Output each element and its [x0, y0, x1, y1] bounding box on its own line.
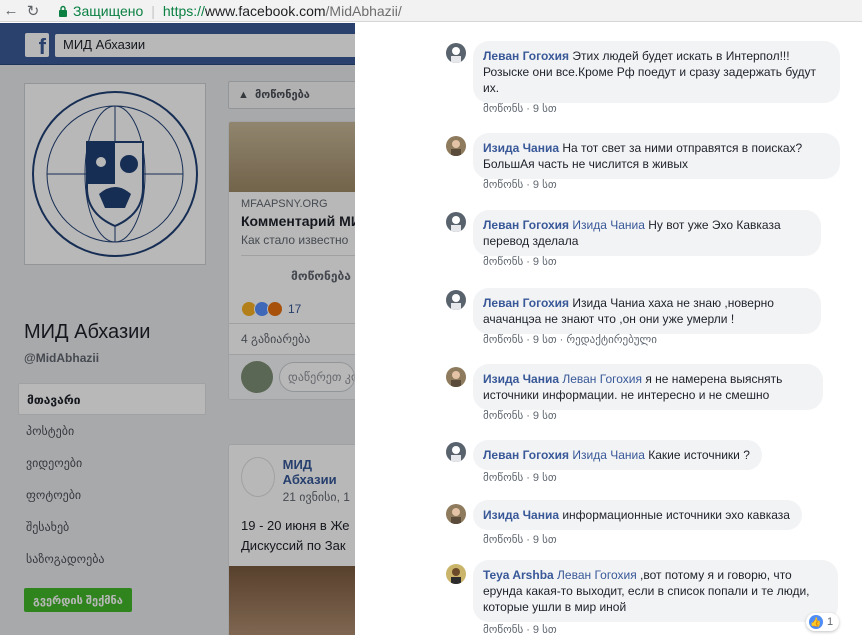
comment-time[interactable]: 9 სთ: [533, 534, 557, 546]
comment-bubble: Леван Гогохия Изида Чаниа хаха не знаю ,…: [473, 288, 821, 334]
comment-author[interactable]: Teya Arshba: [483, 568, 554, 582]
comment-text: Какие источники ?: [648, 448, 750, 462]
comment-bubble: Изида Чаниа Леван Гогохия я не намерена …: [473, 364, 823, 410]
comment-actions: მოწონს · 9 სთ: [483, 102, 557, 115]
comment-bubble: Изида Чаниа информационные источники эхо…: [473, 500, 802, 530]
meta-dot: ·: [526, 179, 530, 191]
browser-toolbar: ← ↻ Защищено | https://www.facebook.com/…: [0, 0, 862, 22]
commenter-avatar[interactable]: [446, 290, 466, 310]
meta-dot: ·: [526, 534, 530, 546]
comment-author[interactable]: Леван Гогохия: [483, 49, 569, 63]
url-host: www.facebook.com: [204, 2, 326, 19]
commenter-avatar[interactable]: [446, 367, 466, 387]
comment-like-link[interactable]: მოწონს: [483, 534, 523, 546]
comment-actions: მოწონს · 9 სთ · რედაქტირებული: [483, 333, 657, 346]
refresh-icon[interactable]: ↻: [22, 0, 44, 22]
commenter-avatar[interactable]: [446, 136, 466, 156]
commenter-avatar[interactable]: [446, 504, 466, 524]
commenter-avatar[interactable]: [446, 564, 466, 584]
comment-author[interactable]: Леван Гогохия: [483, 448, 569, 462]
url-scheme: https://: [162, 2, 205, 19]
commenter-avatar[interactable]: [446, 212, 466, 232]
meta-dot: ·: [526, 334, 530, 346]
comment-author[interactable]: Изида Чаниа: [483, 508, 559, 522]
comment-time[interactable]: 9 სთ: [533, 256, 557, 268]
comment-author[interactable]: Изида Чаниа: [483, 372, 559, 386]
meta-dot: ·: [526, 410, 530, 422]
comment-mention[interactable]: Леван Гогохия: [562, 372, 642, 386]
meta-dot: ·: [526, 103, 530, 115]
comment-actions: მოწონს · 9 სთ: [483, 255, 557, 268]
comment-actions: მოწონს · 9 სთ: [483, 623, 557, 635]
comment-like-link[interactable]: მოწონს: [483, 410, 523, 422]
comment-bubble: Леван Гогохия Изида Чаниа Какие источник…: [473, 440, 762, 470]
comment-time[interactable]: 9 სთ: [533, 334, 557, 346]
comment-like-link[interactable]: მოწონს: [483, 256, 523, 268]
comment-author[interactable]: Изида Чаниа: [483, 141, 559, 155]
comment-actions: მოწონს · 9 სთ: [483, 409, 557, 422]
comment-bubble: Леван Гогохия Этих людей будет искать в …: [473, 41, 840, 103]
comment-reaction-badge[interactable]: 👍 1: [806, 613, 840, 631]
secure-label: Защищено: [73, 2, 144, 19]
meta-dot: ·: [526, 624, 530, 635]
meta-dot: ·: [526, 472, 530, 484]
comment-like-link[interactable]: მოწონს: [483, 472, 523, 484]
comment-actions: მოწონს · 9 სთ: [483, 533, 557, 546]
url-separator: |: [151, 2, 155, 19]
edited-label[interactable]: რედაქტირებული: [566, 334, 657, 346]
comment-time[interactable]: 9 სთ: [533, 624, 557, 635]
comment-time[interactable]: 9 სთ: [533, 472, 557, 484]
comment-actions: მოწონს · 9 სთ: [483, 178, 557, 191]
comment-time[interactable]: 9 სთ: [533, 410, 557, 422]
comment-time[interactable]: 9 სთ: [533, 179, 557, 191]
comments-panel: Леван Гогохия Этих людей будет искать в …: [355, 23, 862, 635]
lock-icon: [58, 5, 68, 17]
comment-mention[interactable]: Изида Чаниа: [572, 448, 645, 462]
comment-like-link[interactable]: მოწონს: [483, 624, 523, 635]
comment-like-link[interactable]: მოწონს: [483, 334, 523, 346]
comment-text: информационные источники эхо кавказа: [562, 508, 790, 522]
commenter-avatar[interactable]: [446, 43, 466, 63]
comment-like-link[interactable]: მოწონს: [483, 103, 523, 115]
comment-bubble: Леван Гогохия Изида Чаниа Ну вот уже Эхо…: [473, 210, 821, 256]
commenter-avatar[interactable]: [446, 442, 466, 462]
comment-like-count: 1: [827, 616, 834, 628]
comment-author[interactable]: Леван Гогохия: [483, 218, 569, 232]
comment-mention[interactable]: Леван Гогохия: [557, 568, 637, 582]
comment-like-link[interactable]: მოწონს: [483, 179, 523, 191]
meta-dot: ·: [559, 334, 564, 346]
comment-author[interactable]: Леван Гогохия: [483, 296, 569, 310]
comment-mention[interactable]: Изида Чаниа: [572, 218, 645, 232]
like-reaction-icon: 👍: [809, 615, 823, 629]
comment-bubble: Изида Чаниа На тот свет за ними отправят…: [473, 133, 840, 179]
back-arrow-icon[interactable]: ←: [0, 0, 22, 22]
address-bar[interactable]: https://www.facebook.com/MidAbhazii/: [163, 3, 402, 19]
url-path: /MidAbhazii/: [325, 2, 402, 19]
comment-actions: მოწონს · 9 სთ: [483, 471, 557, 484]
comment-bubble: Teya Arshba Леван Гогохия ,вот потому я …: [473, 560, 838, 622]
meta-dot: ·: [526, 256, 530, 268]
comment-time[interactable]: 9 სთ: [533, 103, 557, 115]
